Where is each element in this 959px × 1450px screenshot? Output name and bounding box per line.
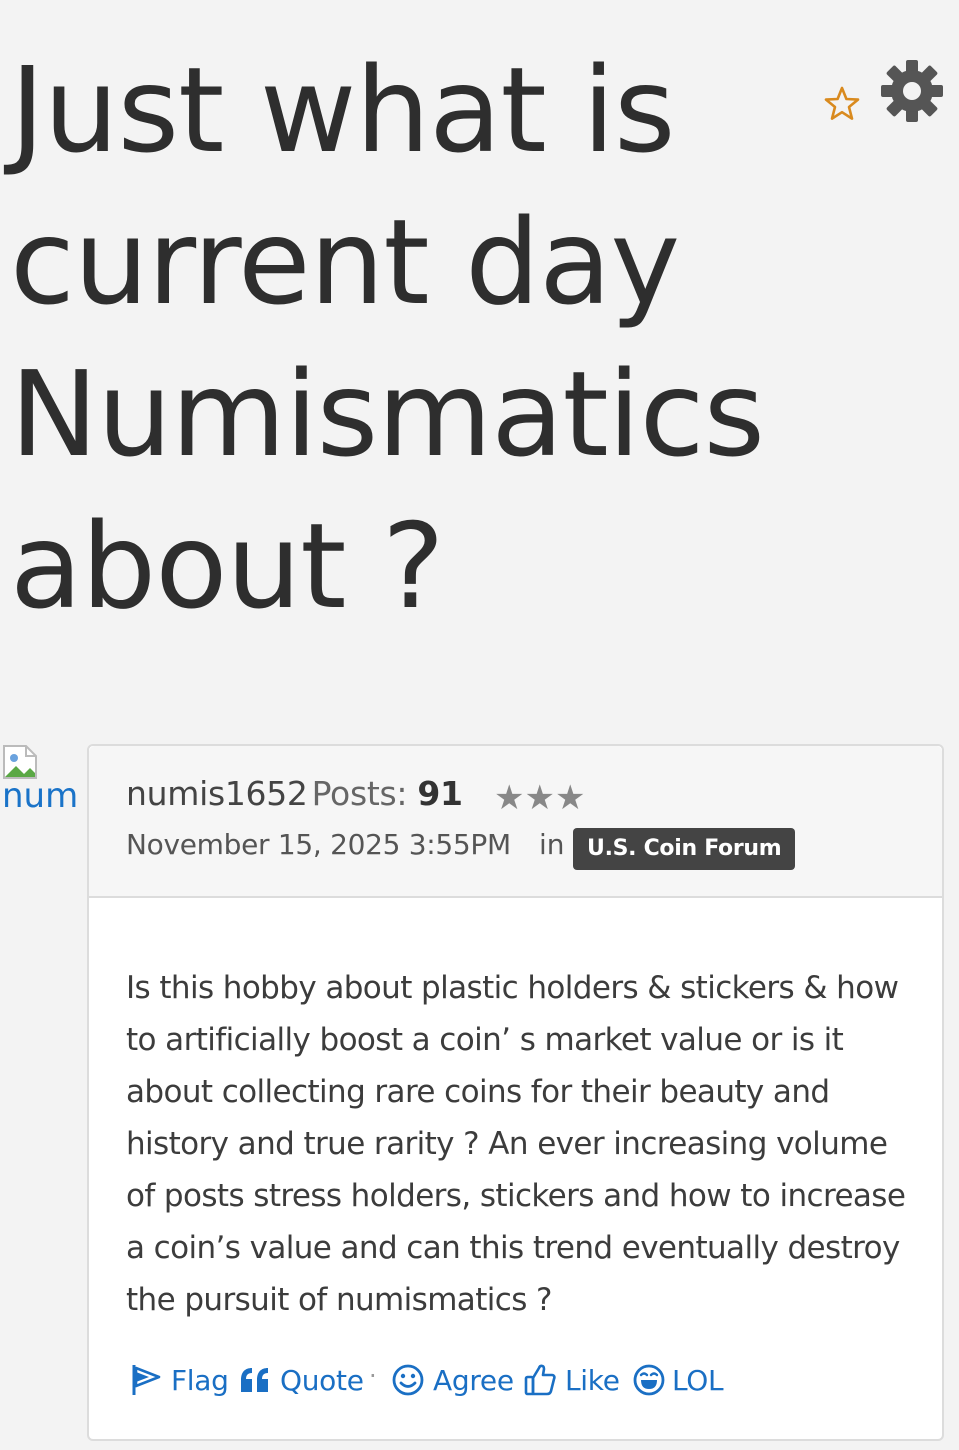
- agree-label: Agree: [433, 1364, 514, 1397]
- quote-label: Quote: [280, 1364, 364, 1397]
- rank-stars: ★★★: [494, 778, 586, 818]
- discussion-title: Just what is current day Numismatics abo…: [10, 41, 765, 635]
- author-line: numis1652 Posts: 91: [126, 774, 463, 813]
- settings-button[interactable]: [880, 58, 944, 124]
- post-body: Is this hobby about plastic holders & st…: [126, 970, 906, 1318]
- author-avatar[interactable]: num: [0, 742, 80, 822]
- in-label: in: [539, 828, 565, 861]
- flag-icon: [132, 1365, 161, 1395]
- gear-icon: [881, 60, 943, 122]
- reaction-bar: Flag Quote · Agree Like LOL: [129, 1358, 929, 1408]
- post-header: numis1652 Posts: 91 ★★★ November 15, 2025…: [89, 746, 942, 898]
- bookmark-star-icon: [824, 86, 860, 120]
- category-tag[interactable]: U.S. Coin Forum: [573, 828, 796, 870]
- post-card: numis1652 Posts: 91 ★★★ November 15, 2025…: [87, 744, 944, 1441]
- bookmark-button[interactable]: [822, 84, 862, 124]
- broken-image-icon: [3, 745, 37, 779]
- author-name[interactable]: numis1652: [126, 774, 308, 813]
- avatar-alt-text: num: [2, 776, 79, 816]
- like-label: Like: [565, 1364, 620, 1397]
- thumbs-up-icon: [524, 1364, 556, 1396]
- lol-label: LOL: [672, 1364, 724, 1397]
- posts-label: Posts:: [311, 774, 408, 813]
- laugh-icon: [633, 1364, 665, 1396]
- smile-icon: [392, 1364, 424, 1396]
- quote-icon: [241, 1368, 268, 1392]
- posts-count: 91: [417, 774, 463, 813]
- post-datetime[interactable]: November 15, 2025 3:55PM: [126, 828, 511, 861]
- flag-label: Flag: [171, 1364, 229, 1397]
- reaction-separator: ·: [369, 1362, 377, 1390]
